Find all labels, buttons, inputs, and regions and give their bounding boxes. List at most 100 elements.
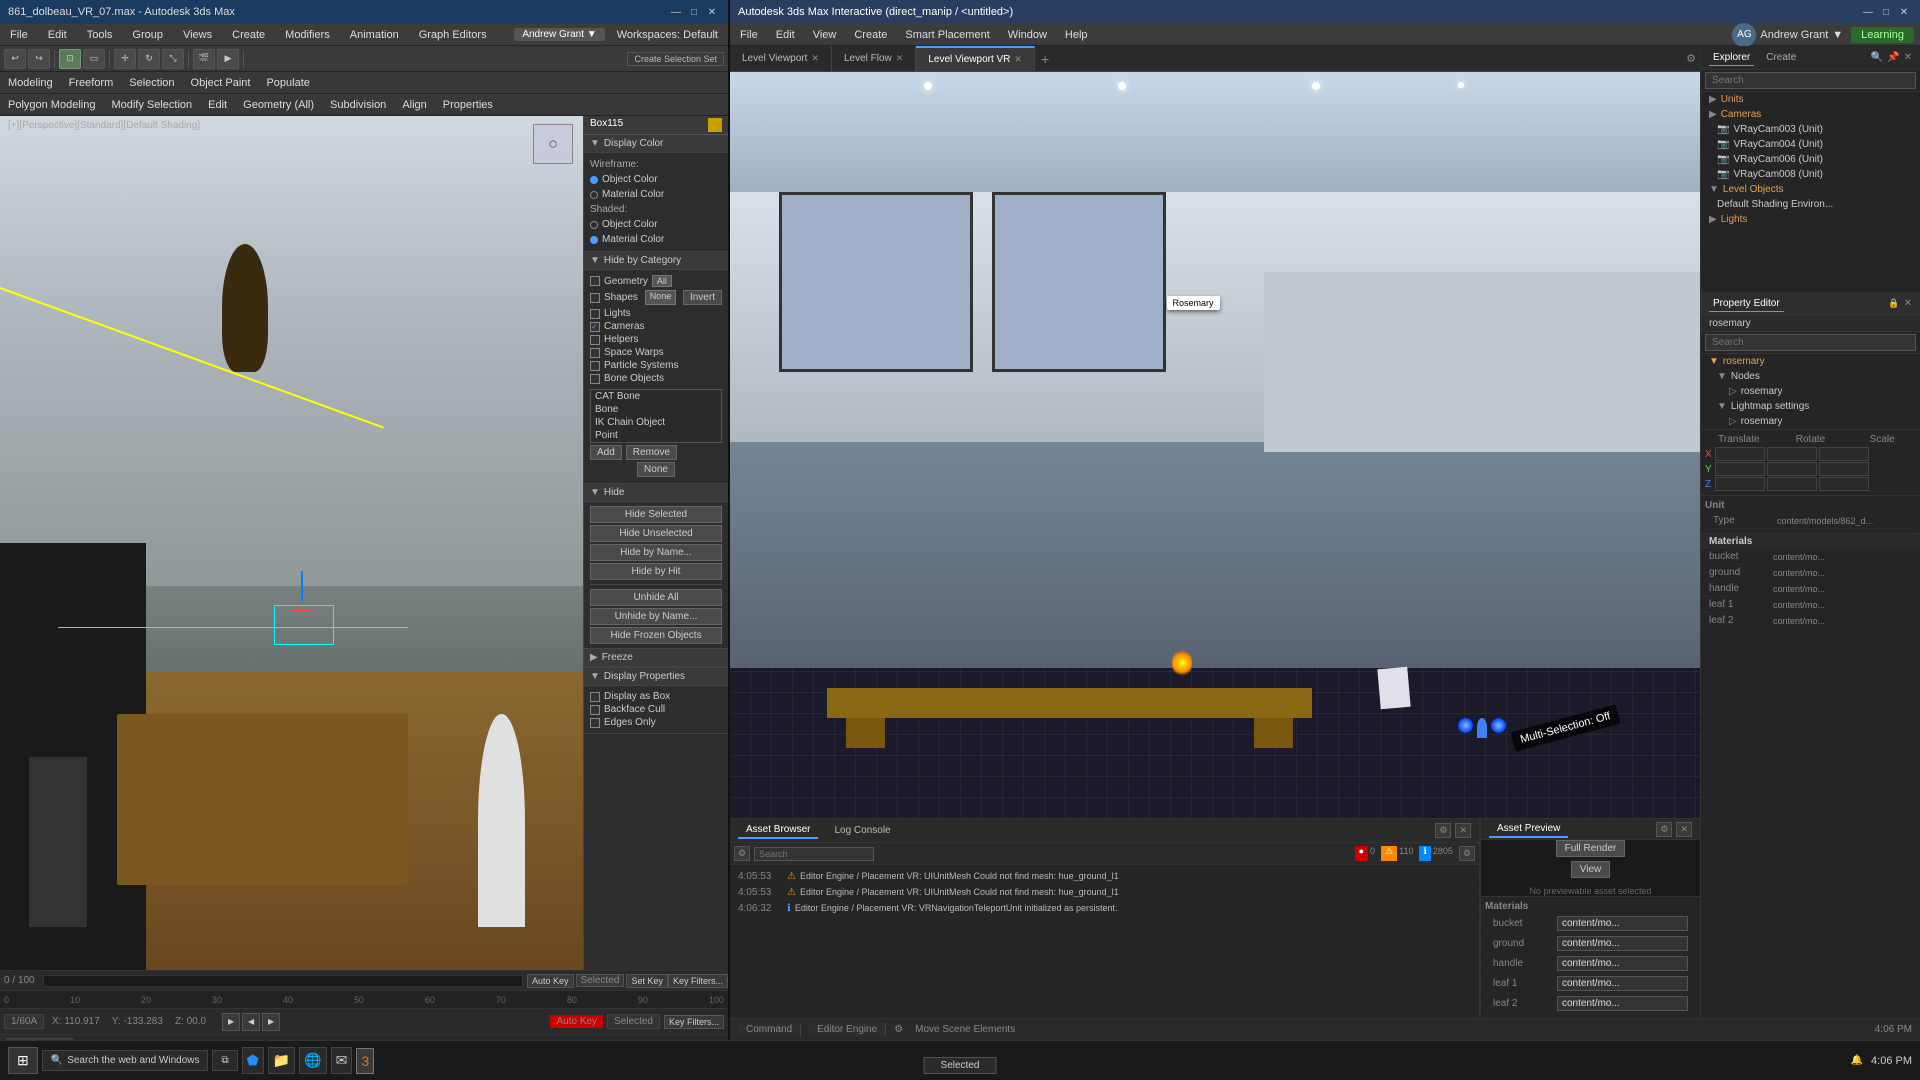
submenu-freeform[interactable]: Freeform bbox=[65, 75, 118, 91]
left-3d-viewport[interactable]: [+][Perspective][Standard][Default Shadi… bbox=[0, 116, 583, 970]
z-scale-input[interactable]: 0.8733 bbox=[1819, 477, 1869, 491]
key-filters-btn2[interactable]: Key Filters... bbox=[664, 1015, 724, 1029]
view-btn[interactable]: View bbox=[1571, 861, 1611, 878]
tree-vray-008[interactable]: 📷 VRayCam008 (Unit) bbox=[1701, 167, 1920, 182]
menu-animation[interactable]: Animation bbox=[346, 27, 403, 43]
asset-browser-tab[interactable]: Asset Browser bbox=[738, 822, 818, 839]
cat-bone-item-4[interactable]: Point bbox=[591, 429, 721, 442]
rmenu-file[interactable]: File bbox=[736, 27, 762, 43]
submenu-selection[interactable]: Selection bbox=[125, 75, 178, 91]
taskbar-view-btn[interactable]: ⧉ bbox=[212, 1050, 237, 1071]
rmenu-create[interactable]: Create bbox=[850, 27, 891, 43]
bone-objects-checkbox[interactable] bbox=[590, 374, 600, 384]
taskbar-search[interactable]: 🔍 Search the web and Windows bbox=[42, 1050, 209, 1071]
hide-unselected-btn[interactable]: Hide Unselected bbox=[590, 525, 722, 542]
submenu-geometry-all[interactable]: Geometry (All) bbox=[239, 97, 318, 113]
tree-level-objects[interactable]: ▼ Level Objects bbox=[1701, 182, 1920, 197]
right-user-menu[interactable]: AG Andrew Grant ▼ bbox=[1732, 23, 1843, 47]
maximize-btn[interactable]: □ bbox=[686, 4, 702, 20]
add-tab-btn[interactable]: + bbox=[1035, 46, 1055, 71]
full-render-btn[interactable]: Full Render bbox=[1556, 840, 1626, 857]
hide-frozen-btn[interactable]: Hide Frozen Objects bbox=[590, 627, 722, 644]
explorer-tab[interactable]: Explorer bbox=[1709, 50, 1754, 66]
next-frame-btn[interactable]: ▶ bbox=[262, 1013, 280, 1031]
submenu-subdivision[interactable]: Subdivision bbox=[326, 97, 390, 113]
display-color-header[interactable]: ▼ Display Color bbox=[584, 135, 728, 153]
prop-tree-lightmap-rosemary[interactable]: ▷ rosemary bbox=[1701, 414, 1920, 429]
learning-btn[interactable]: Learning bbox=[1851, 27, 1914, 43]
particle-systems-checkbox[interactable] bbox=[590, 361, 600, 371]
backface-checkbox[interactable] bbox=[590, 705, 600, 715]
tree-units[interactable]: ▶ Units bbox=[1701, 92, 1920, 107]
tree-default-shading[interactable]: Default Shading Environ... bbox=[1701, 197, 1920, 212]
render-btn[interactable]: ▶ bbox=[217, 49, 239, 69]
tab-level-viewport-vr-close[interactable]: ✕ bbox=[1014, 54, 1022, 65]
prop-search-input[interactable] bbox=[1705, 334, 1916, 351]
submenu-align[interactable]: Align bbox=[398, 97, 430, 113]
explorer-search-btn[interactable]: 🔍 bbox=[1871, 52, 1883, 63]
submenu-populate[interactable]: Populate bbox=[262, 75, 313, 91]
right-minimize-btn[interactable]: — bbox=[1860, 4, 1876, 20]
taskbar-edge-btn[interactable]: ⬟ bbox=[242, 1047, 264, 1074]
taskbar-explorer-btn[interactable]: 📁 bbox=[268, 1047, 295, 1074]
tab-level-viewport-vr[interactable]: Level Viewport VR ✕ bbox=[916, 46, 1035, 71]
navigation-cube[interactable]: ⬡ bbox=[533, 124, 573, 164]
wireframe-material-radio[interactable] bbox=[590, 191, 598, 199]
freeze-section-header[interactable]: ▶ Freeze bbox=[584, 649, 728, 667]
tree-vray-004[interactable]: 📷 VRayCam004 (Unit) bbox=[1701, 137, 1920, 152]
tab-level-flow[interactable]: Level Flow ✕ bbox=[832, 46, 916, 71]
tab-settings-btn[interactable]: ⚙ bbox=[1686, 46, 1696, 71]
unhide-all-btn[interactable]: Unhide All bbox=[590, 589, 722, 606]
rmenu-help[interactable]: Help bbox=[1061, 27, 1092, 43]
rmenu-view[interactable]: View bbox=[809, 27, 841, 43]
cat-bone-item-3[interactable]: IK Chain Object bbox=[591, 416, 721, 429]
taskbar-chrome-btn[interactable]: 🌐 bbox=[299, 1047, 326, 1074]
spacewarps-checkbox[interactable] bbox=[590, 348, 600, 358]
tab-level-viewport[interactable]: Level Viewport ✕ bbox=[730, 46, 832, 71]
invert-btn[interactable]: Invert bbox=[683, 290, 722, 305]
menu-workspaces[interactable]: Workspaces: Default bbox=[613, 27, 722, 43]
shapes-checkbox[interactable] bbox=[590, 293, 600, 303]
explorer-pin-btn[interactable]: 📌 bbox=[1887, 52, 1899, 63]
right-3d-viewport[interactable]: Rosemary Multi-Selection: Off bbox=[730, 72, 1700, 818]
submenu-object-paint[interactable]: Object Paint bbox=[187, 75, 255, 91]
prop-tree-node-rosemary[interactable]: ▷ rosemary bbox=[1701, 384, 1920, 399]
prop-editor-close-btn[interactable]: ✕ bbox=[1904, 298, 1912, 309]
ap-close-btn[interactable]: ✕ bbox=[1676, 822, 1692, 837]
tree-lights[interactable]: ▶ Lights bbox=[1701, 212, 1920, 227]
y-scale-input[interactable]: 0.8733 bbox=[1819, 462, 1869, 476]
auto-key-btn[interactable]: Auto Key bbox=[527, 974, 574, 988]
submenu-edit[interactable]: Edit bbox=[204, 97, 231, 113]
prop-tree-rosemary-root[interactable]: ▼ rosemary bbox=[1701, 354, 1920, 369]
shapes-tag[interactable]: None bbox=[645, 290, 677, 305]
shaded-material-radio[interactable] bbox=[590, 236, 598, 244]
shaded-object-radio[interactable] bbox=[590, 221, 598, 229]
object-color-swatch[interactable] bbox=[708, 118, 722, 132]
panel-close-btn[interactable]: ✕ bbox=[1455, 823, 1471, 838]
set-key-btn[interactable]: Set Key bbox=[626, 974, 668, 988]
rmenu-edit[interactable]: Edit bbox=[772, 27, 799, 43]
geometry-checkbox[interactable] bbox=[590, 276, 600, 286]
hide-by-hit-btn[interactable]: Hide by Hit bbox=[590, 563, 722, 580]
cameras-checkbox[interactable] bbox=[590, 322, 600, 332]
hide-selected-btn[interactable]: Hide Selected bbox=[590, 506, 722, 523]
log-search-input[interactable] bbox=[754, 847, 874, 861]
x-translate-input[interactable]: -1.34 bbox=[1715, 447, 1765, 461]
menu-views[interactable]: Views bbox=[179, 27, 216, 43]
lights-checkbox[interactable] bbox=[590, 309, 600, 319]
rmenu-window[interactable]: Window bbox=[1004, 27, 1051, 43]
y-rotate-input[interactable]: 36.6065 bbox=[1767, 462, 1817, 476]
undo-btn[interactable]: ↩ bbox=[4, 49, 26, 69]
menu-graph-editors[interactable]: Graph Editors bbox=[415, 27, 491, 43]
taskbar-3dsmax-btn[interactable]: 3 bbox=[356, 1048, 374, 1074]
submenu-polygon-modeling[interactable]: Polygon Modeling bbox=[4, 97, 99, 113]
tree-vray-003[interactable]: 📷 VRayCam003 (Unit) bbox=[1701, 122, 1920, 137]
redo-btn[interactable]: ↪ bbox=[28, 49, 50, 69]
hide-section-header[interactable]: ▼ Hide bbox=[584, 484, 728, 502]
z-rotate-input[interactable]: -151.538 bbox=[1767, 477, 1817, 491]
cat-bone-item-1[interactable]: CAT Bone bbox=[591, 390, 721, 403]
prop-tree-lightmap[interactable]: ▼ Lightmap settings bbox=[1701, 399, 1920, 414]
move-btn[interactable]: ✛ bbox=[114, 49, 136, 69]
windows-start-btn[interactable]: ⊞ bbox=[8, 1047, 38, 1074]
user-menu[interactable]: Andrew Grant ▼ bbox=[514, 28, 604, 41]
